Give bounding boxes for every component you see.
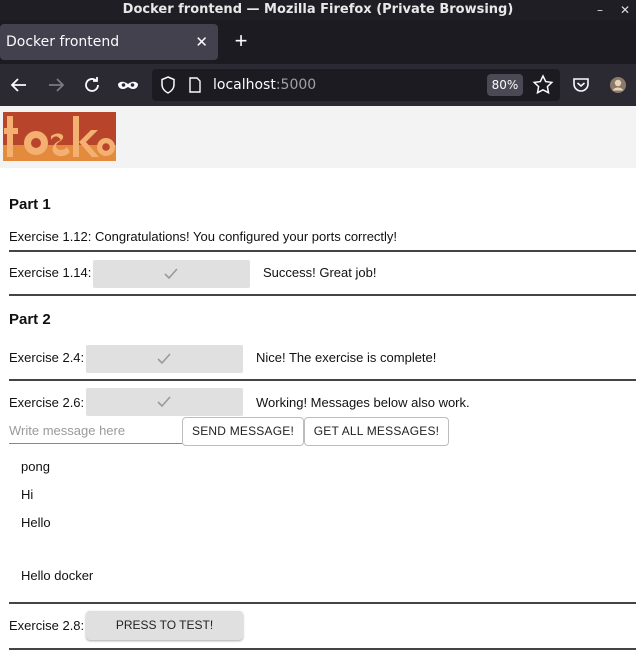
forward-icon[interactable] xyxy=(43,72,69,98)
tab-strip: Docker frontend ✕ + xyxy=(0,20,636,64)
header-banner xyxy=(0,106,636,168)
press-to-test-button[interactable]: PRESS TO TEST! xyxy=(86,611,243,640)
exercise-2-4-label: Exercise 2.4: xyxy=(9,350,85,365)
account-avatar-icon[interactable] xyxy=(605,72,631,98)
reload-icon[interactable] xyxy=(79,72,105,98)
divider xyxy=(9,602,636,604)
url-port: :5000 xyxy=(275,77,317,93)
exercise-2-6-status: Working! Messages below also work. xyxy=(256,395,470,410)
list-item: Hello docker xyxy=(21,568,94,583)
navigation-bar: localhost:5000 80% xyxy=(0,64,636,106)
exercise-2-4-status-button[interactable] xyxy=(86,345,243,373)
pocket-icon[interactable] xyxy=(568,72,594,98)
check-icon xyxy=(157,396,171,408)
url-host: localhost xyxy=(213,77,276,93)
window-title: Docker frontend — Mozilla Firefox (Priva… xyxy=(122,2,514,17)
page-icon[interactable] xyxy=(188,77,202,98)
shield-icon[interactable] xyxy=(160,76,176,99)
part2-heading: Part 2 xyxy=(9,311,51,328)
exercise-1-12-text: Exercise 1.12: Congratulations! You conf… xyxy=(9,229,398,244)
minimize-icon[interactable]: – xyxy=(597,0,603,20)
close-tab-icon[interactable]: ✕ xyxy=(195,24,208,60)
check-icon xyxy=(157,353,171,365)
close-window-icon[interactable]: ✕ xyxy=(620,0,630,20)
new-tab-icon[interactable]: + xyxy=(230,26,252,56)
exercise-2-8-label: Exercise 2.8: xyxy=(9,618,85,633)
divider xyxy=(9,250,636,252)
url-bar[interactable]: localhost:5000 80% xyxy=(152,69,560,101)
exercise-1-14-status: Success! Great job! xyxy=(263,265,377,280)
exercise-1-14-status-button[interactable] xyxy=(93,260,250,288)
list-item: Hello xyxy=(21,515,51,530)
toska-logo xyxy=(3,112,116,161)
url-text[interactable]: localhost:5000 xyxy=(213,69,316,101)
tab-docker-frontend[interactable]: Docker frontend ✕ xyxy=(0,24,218,60)
divider xyxy=(9,648,636,650)
send-message-button[interactable]: SEND MESSAGE! xyxy=(182,417,304,446)
list-item: Hi xyxy=(21,487,34,502)
divider xyxy=(9,379,636,381)
exercise-2-6-status-button[interactable] xyxy=(86,388,243,416)
tab-label: Docker frontend xyxy=(6,34,120,50)
part1-heading: Part 1 xyxy=(9,196,51,213)
check-icon xyxy=(164,268,178,280)
exercise-1-14-label: Exercise 1.14: xyxy=(9,265,92,280)
get-all-messages-button[interactable]: GET ALL MESSAGES! xyxy=(304,417,449,446)
exercise-2-4-status: Nice! The exercise is complete! xyxy=(256,350,437,365)
private-browsing-icon xyxy=(115,72,141,98)
exercise-2-6-label: Exercise 2.6: xyxy=(9,395,85,410)
bookmark-star-icon[interactable] xyxy=(530,72,556,98)
list-item: pong xyxy=(21,459,50,474)
window-titlebar: Docker frontend — Mozilla Firefox (Priva… xyxy=(0,0,636,20)
divider xyxy=(9,294,636,296)
back-icon[interactable] xyxy=(6,72,32,98)
message-input[interactable] xyxy=(9,418,182,444)
zoom-level-badge[interactable]: 80% xyxy=(487,74,523,96)
